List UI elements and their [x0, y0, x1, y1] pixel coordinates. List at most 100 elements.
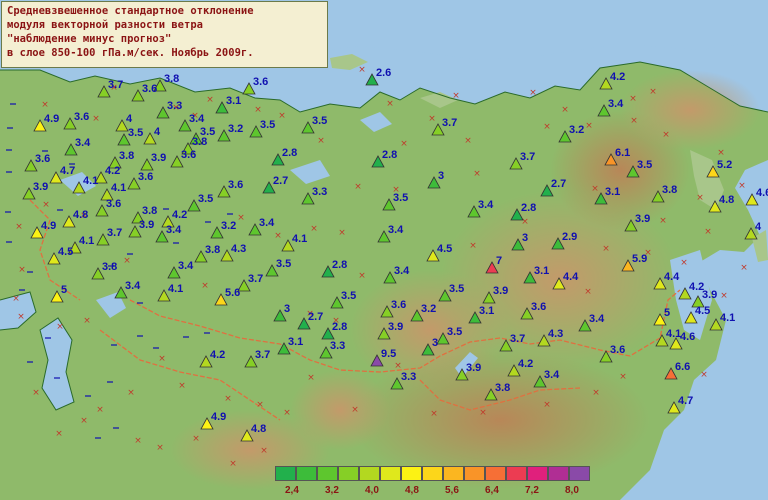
missing-station-marker: ×	[720, 291, 728, 301]
legend-label: 2,4	[285, 485, 299, 496]
station-value-label: 4.2	[210, 349, 226, 361]
missing-station-marker: ×	[338, 228, 346, 238]
station-value-label: 3.2	[221, 220, 237, 232]
station-value-label: 3.3	[167, 100, 183, 112]
station-value-label: 2.8	[332, 321, 348, 333]
missing-station-marker: ×	[127, 388, 135, 398]
station-value-label: 3.4	[394, 265, 410, 277]
station-value-label: 3.1	[226, 95, 242, 107]
legend-label: 4,0	[365, 485, 379, 496]
station-value-label: 4.1	[168, 283, 184, 295]
station-value-label: 2.9	[562, 231, 578, 243]
legend-swatch	[506, 466, 527, 481]
missing-station-marker: ×	[32, 388, 40, 398]
station-value-label: 3.2	[569, 124, 585, 136]
missing-station-marker: ×	[561, 105, 569, 115]
missing-station-marker: ×	[237, 213, 245, 223]
station-value-label: 3.1	[479, 305, 495, 317]
station-value-label: 3.5	[198, 193, 214, 205]
station-value-label: 4.5	[58, 246, 74, 258]
missing-station-marker: ×	[123, 256, 131, 266]
missing-station-marker: ×	[260, 446, 268, 456]
station-value-label: 3.4	[608, 98, 624, 110]
station-value-label: 4.8	[719, 194, 735, 206]
station-value-label: 4.1	[720, 312, 736, 324]
missing-station-marker: ×	[15, 222, 23, 232]
missing-station-marker: ×	[704, 227, 712, 237]
station-value-label: 3.7	[442, 117, 458, 129]
station-value-label: 3.6	[253, 76, 269, 88]
missing-station-marker: ×	[256, 400, 264, 410]
station-value-label: 3.5	[393, 192, 409, 204]
station-value-label: 3.6	[610, 344, 626, 356]
missing-station-marker: ×	[229, 459, 237, 469]
legend-swatch	[464, 466, 485, 481]
station-value-label: 3.8	[164, 73, 180, 85]
station-value-label: 3.4	[388, 224, 404, 236]
station-value-label: 4.4	[563, 271, 579, 283]
station-value-label: 3.1	[605, 186, 621, 198]
station-value-label: 3.4	[166, 224, 182, 236]
station-value-label: 3.8	[192, 136, 208, 148]
station-value-label: 7	[496, 255, 503, 267]
missing-station-marker: ×	[96, 405, 104, 415]
missing-station-marker: ×	[629, 94, 637, 104]
missing-station-marker: ×	[479, 408, 487, 418]
missing-station-marker: ×	[740, 263, 748, 273]
legend-label: 8,0	[565, 485, 579, 496]
station-value-label: 3.4	[589, 313, 605, 325]
station-value-label: 4.7	[678, 395, 694, 407]
station-value-label: 4.1	[111, 182, 127, 194]
missing-station-marker: ×	[394, 361, 402, 371]
missing-station-marker: ×	[717, 148, 725, 158]
missing-station-marker: ×	[18, 265, 26, 275]
station-value-label: 4	[755, 221, 762, 233]
legend-swatch	[275, 466, 296, 481]
map-title-box: Средневзвешенное стандартное отклонение …	[1, 1, 328, 68]
station-value-label: 3.5	[637, 159, 653, 171]
station-value-label: 2.7	[551, 178, 567, 190]
station-value-label: 2.8	[521, 202, 537, 214]
missing-station-marker: ×	[158, 354, 166, 364]
missing-station-marker: ×	[585, 121, 593, 131]
missing-station-marker: ×	[602, 244, 610, 254]
missing-station-marker: ×	[428, 114, 436, 124]
station-value-label: 3.5	[276, 258, 292, 270]
station-value-label: 3.6	[74, 111, 90, 123]
legend-swatch	[569, 466, 590, 481]
missing-station-marker: ×	[473, 169, 481, 179]
station-value-label: 5	[61, 284, 68, 296]
station-value-label: 2.7	[308, 311, 324, 323]
station-value-label: 3.9	[493, 285, 509, 297]
station-value-label: 4.7	[60, 165, 76, 177]
station-value-label: 6.1	[615, 147, 631, 159]
missing-station-marker: ×	[201, 281, 209, 291]
missing-station-marker: ×	[307, 373, 315, 383]
station-value-label: 5.9	[632, 253, 648, 265]
missing-station-marker: ×	[543, 122, 551, 132]
station-value-label: 3.7	[108, 79, 124, 91]
missing-station-marker: ×	[254, 105, 262, 115]
missing-station-marker: ×	[134, 436, 142, 446]
missing-station-marker: ×	[317, 136, 325, 146]
station-value-label: 3.7	[107, 227, 123, 239]
station-value-label: 3.5	[447, 326, 463, 338]
missing-station-marker: ×	[80, 416, 88, 426]
missing-station-marker: ×	[662, 130, 670, 140]
station-value-label: 3.4	[178, 260, 194, 272]
station-value-label: 3.4	[125, 280, 141, 292]
station-value-label: 4.1	[292, 233, 308, 245]
station-value-label: 2.6	[376, 67, 392, 79]
station-value-label: 3.1	[534, 265, 550, 277]
station-value-label: 3.3	[401, 371, 417, 383]
station-value-label: 3.9	[33, 181, 49, 193]
station-value-label: 3.6	[181, 149, 197, 161]
missing-station-marker: ×	[464, 136, 472, 146]
station-value-label: 3.8	[205, 244, 221, 256]
missing-station-marker: ×	[358, 65, 366, 75]
station-value-label: 3.9	[635, 213, 651, 225]
missing-station-marker: ×	[591, 184, 599, 194]
missing-station-marker: ×	[738, 181, 746, 191]
missing-station-marker: ×	[592, 388, 600, 398]
station-value-label: 3.7	[520, 151, 536, 163]
